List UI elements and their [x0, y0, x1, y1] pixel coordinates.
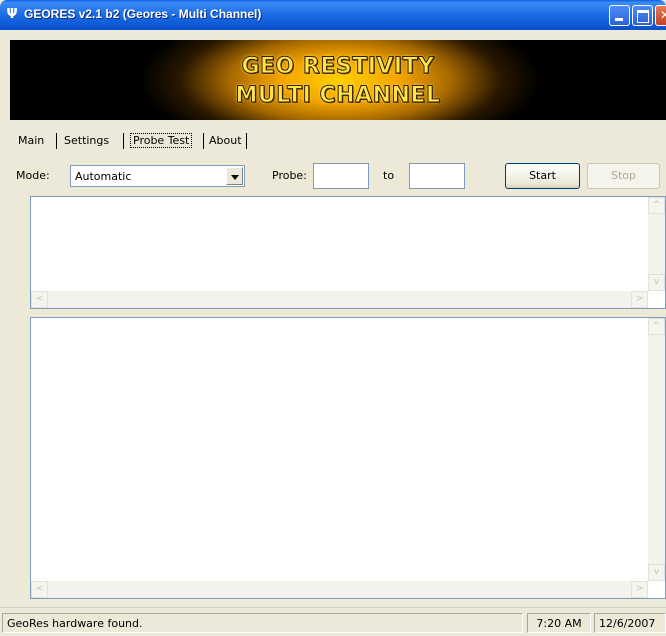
tab-divider [56, 133, 57, 149]
tab-main-label: Main [18, 134, 45, 147]
tab-settings-label: Settings [64, 134, 110, 147]
window-title: GEORES v2.1 b2 (Geores - Multi Channel) [24, 7, 262, 21]
vertical-scrollbar[interactable]: ^ v [648, 197, 665, 291]
scroll-down-icon[interactable]: v [648, 274, 665, 291]
scroll-left-icon[interactable]: < [31, 291, 48, 308]
banner-logo: GEO RESTIVITY MULTI CHANNEL [10, 40, 666, 120]
tab-settings[interactable]: Settings [60, 131, 113, 151]
banner-title-line1: GEO RESTIVITY [241, 54, 435, 80]
scroll-up-icon[interactable]: ^ [648, 318, 665, 335]
title-bar[interactable]: Ψ GEORES v2.1 b2 (Geores - Multi Channel… [0, 0, 666, 30]
vertical-scrollbar[interactable]: ^ v [648, 318, 665, 581]
probe-to-input[interactable] [409, 163, 465, 189]
status-date: 12/6/2007 [594, 613, 666, 633]
status-bar: GeoRes hardware found. 7:20 AM 12/6/2007 [0, 607, 666, 636]
chevron-down-icon[interactable] [226, 167, 243, 185]
to-label: to [383, 169, 395, 182]
status-time: 7:20 AM [527, 613, 591, 633]
tab-main[interactable]: Main [14, 131, 48, 151]
probe-log-textbox[interactable]: ^ v < > [30, 317, 666, 599]
mode-select[interactable]: Automatic [70, 165, 245, 187]
tab-divider [203, 133, 204, 149]
scroll-right-icon[interactable]: > [631, 581, 648, 598]
scroll-right-icon[interactable]: > [631, 291, 648, 308]
scroll-down-icon[interactable]: v [648, 564, 665, 581]
probe-results-textbox[interactable]: ^ v < > [30, 196, 666, 309]
tab-probe-test[interactable]: Probe Test [126, 131, 196, 151]
tab-divider [123, 133, 124, 149]
maximize-button[interactable] [632, 5, 653, 26]
stop-button[interactable]: Stop [587, 163, 660, 189]
tab-probe-test-label: Probe Test [130, 133, 193, 148]
tab-about[interactable]: About [205, 131, 246, 151]
horizontal-scrollbar[interactable]: < > [31, 581, 648, 598]
tab-divider [246, 133, 247, 149]
probe-label: Probe: [272, 169, 307, 182]
start-button[interactable]: Start [505, 163, 580, 189]
horizontal-scrollbar[interactable]: < > [31, 291, 648, 308]
mode-label: Mode: [16, 169, 50, 182]
probe-from-input[interactable] [313, 163, 369, 189]
banner-title-line2: MULTI CHANNEL [235, 83, 441, 109]
scroll-left-icon[interactable]: < [31, 581, 48, 598]
app-icon[interactable]: Ψ [5, 7, 19, 23]
minimize-button[interactable] [609, 5, 630, 26]
tab-about-label: About [209, 134, 242, 147]
scroll-up-icon[interactable]: ^ [648, 197, 665, 214]
close-button[interactable] [655, 5, 666, 26]
status-message: GeoRes hardware found. [2, 613, 523, 633]
mode-select-value: Automatic [75, 170, 132, 183]
